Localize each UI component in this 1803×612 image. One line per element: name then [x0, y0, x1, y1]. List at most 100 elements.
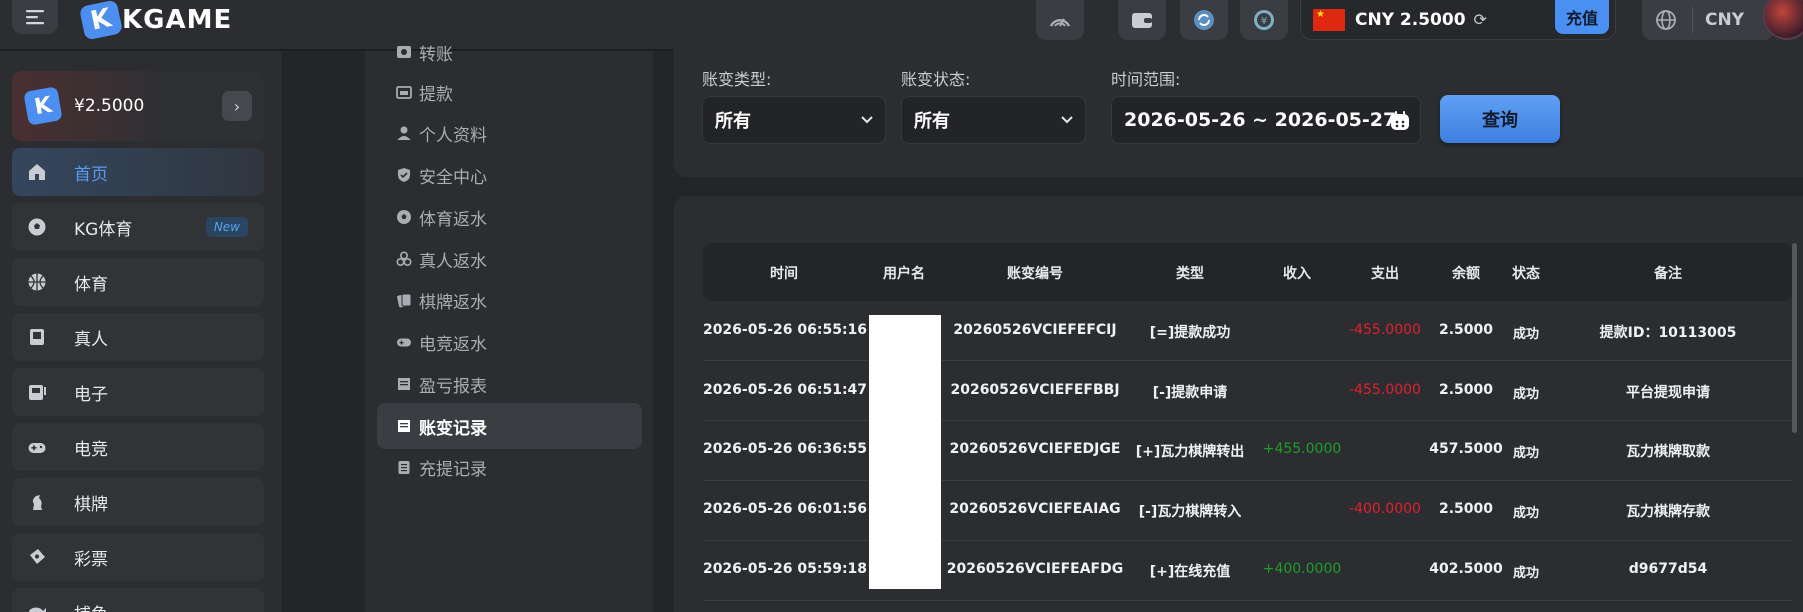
- wallet-icon: [1132, 13, 1152, 28]
- submenu-item-deposit-withdraw-records[interactable]: 充提记录: [377, 444, 642, 490]
- sidebar-item-label: 体育: [74, 274, 108, 295]
- china-flag-icon: [1313, 8, 1345, 31]
- sidebar-item-lottery[interactable]: 彩票: [12, 533, 264, 581]
- submenu-item-withdraw[interactable]: 提款: [377, 69, 642, 115]
- menu-toggle-button[interactable]: [12, 0, 58, 34]
- sidebar-item-home[interactable]: 首页: [12, 148, 264, 196]
- query-button[interactable]: 查询: [1440, 95, 1560, 143]
- submenu-item-label: 个人资料: [419, 125, 487, 146]
- sidebar-item-slots[interactable]: 电子: [12, 368, 264, 416]
- logo[interactable]: K KGAME: [78, 0, 232, 41]
- cell-time: 2026-05-26 05:59:18: [702, 561, 868, 577]
- submenu-item-label: 体育返水: [419, 209, 487, 230]
- sidebar-item-kg-sports[interactable]: KG体育 New: [12, 203, 264, 251]
- cell-time: 2026-05-26 06:36:55: [702, 441, 868, 457]
- cell-type: [+]在线充值: [1149, 564, 1231, 580]
- submenu-item-esports-rebate[interactable]: 电竞返水: [377, 319, 642, 365]
- cell-status: 成功: [1512, 327, 1539, 342]
- submenu-item-chess-rebate[interactable]: 棋牌返水: [377, 277, 642, 323]
- speedometer-icon: [1049, 18, 1071, 27]
- sidebar-item-sports[interactable]: 体育: [12, 258, 264, 306]
- cell-note: 瓦力棋牌存款: [1626, 504, 1710, 520]
- new-badge: New: [205, 217, 248, 237]
- sidebar-item-esports[interactable]: 电竞: [12, 423, 264, 471]
- submenu-item-label: 盈亏报表: [419, 376, 487, 397]
- sidebar-item-label: KG体育: [74, 219, 133, 240]
- cell-note: 提款ID：10113005: [1599, 325, 1737, 341]
- deposit-button[interactable]: 充值: [1555, 0, 1609, 34]
- hamburger-icon: [26, 10, 44, 25]
- transfer-icon: [395, 43, 413, 61]
- cell-txn-id: 20260526VCIEFEDJGE: [949, 441, 1121, 457]
- column-header-username: 用户名: [883, 266, 925, 282]
- submenu-item-transactions[interactable]: 账变记录: [377, 403, 642, 449]
- type-filter-value: 所有: [715, 111, 751, 132]
- withdraw-icon: [395, 83, 413, 101]
- basketball-icon: [26, 271, 48, 293]
- transfer-button[interactable]: [1180, 0, 1228, 40]
- currency-label: CNY: [1705, 10, 1745, 30]
- cell-balance: 402.5000: [1429, 561, 1503, 577]
- kgame-logo-icon: K: [23, 86, 63, 126]
- type-filter-label: 账变类型:: [702, 70, 772, 89]
- cell-expense: -455.0000: [1349, 322, 1421, 338]
- user-icon: [395, 124, 413, 142]
- table-scrollbar[interactable]: [1792, 243, 1797, 433]
- submenu-item-profit-report[interactable]: 盈亏报表: [377, 361, 642, 407]
- wallet-button[interactable]: [1118, 0, 1166, 40]
- sidebar-gutter: [282, 51, 365, 612]
- submenu-item-label: 电竞返水: [419, 334, 487, 355]
- row-divider: [703, 360, 1793, 361]
- submenu-item-live-rebate[interactable]: 真人返水: [377, 236, 642, 282]
- ledger-icon: [395, 417, 413, 435]
- status-filter-value: 所有: [914, 111, 950, 132]
- globe-icon: [1656, 10, 1676, 30]
- column-header-status: 状态: [1512, 266, 1540, 282]
- soccer-ball-icon: [395, 208, 413, 226]
- refresh-circle-icon: [1194, 10, 1214, 30]
- cell-note: 平台提现申请: [1626, 385, 1710, 401]
- column-header-note: 备注: [1654, 266, 1682, 282]
- sidebar-item-chess[interactable]: 棋牌: [12, 478, 264, 526]
- cell-time: 2026-05-26 06:51:47: [702, 382, 868, 398]
- sidebar-item-label: 电子: [74, 384, 108, 405]
- cell-expense: -400.0000: [1349, 501, 1421, 517]
- speed-test-button[interactable]: [1036, 0, 1084, 40]
- column-header-time: 时间: [770, 266, 798, 282]
- cell-status: 成功: [1512, 446, 1539, 461]
- date-range-label: 时间范围:: [1111, 70, 1181, 89]
- language-currency-selector[interactable]: CNY: [1642, 0, 1774, 40]
- column-header-type: 类型: [1176, 266, 1204, 282]
- balance-card[interactable]: K ¥2.5000 ›: [12, 71, 264, 141]
- sidebar-item-fishing[interactable]: 捕鱼: [12, 588, 264, 612]
- balance-amount: ¥2.5000: [74, 96, 145, 116]
- refresh-icon[interactable]: ⟳: [1474, 10, 1487, 29]
- sidebar-item-live[interactable]: 真人: [12, 313, 264, 361]
- wallet-amount: CNY 2.5000: [1355, 9, 1466, 30]
- cell-type: [=]提款成功: [1149, 325, 1231, 341]
- chevron-right-icon[interactable]: ›: [222, 91, 252, 121]
- column-header-income: 收入: [1283, 266, 1311, 282]
- submenu-item-label: 转账: [419, 44, 453, 65]
- cell-income: +455.0000: [1262, 441, 1342, 457]
- status-filter-select[interactable]: 所有: [901, 96, 1086, 144]
- type-filter-select[interactable]: 所有: [702, 96, 886, 144]
- report-icon: [395, 375, 413, 393]
- cell-type: [+]瓦力棋牌转出: [1135, 444, 1245, 460]
- cell-txn-id: 20260526VCIEFEAFDG: [946, 561, 1124, 577]
- submenu-item-sports-rebate[interactable]: 体育返水: [377, 194, 642, 240]
- submenu-item-label: 提款: [419, 84, 453, 105]
- ticket-icon: [26, 546, 48, 568]
- cell-type: [-]瓦力棋牌转入: [1138, 504, 1242, 520]
- cell-income: +400.0000: [1262, 561, 1342, 577]
- submenu-item-security[interactable]: 安全中心: [377, 152, 642, 198]
- wallet-balance-box: CNY 2.5000 ⟳ 充值: [1300, 0, 1616, 40]
- column-header-expense: 支出: [1371, 266, 1399, 282]
- sidebar-item-label: 棋牌: [74, 494, 108, 515]
- submenu-item-label: 充提记录: [419, 459, 487, 480]
- row-divider: [703, 540, 1793, 541]
- logo-mark: K: [78, 0, 124, 41]
- date-range-picker[interactable]: 2026-05-26 ~ 2026-05-27: [1111, 96, 1421, 144]
- submenu-item-profile[interactable]: 个人资料: [377, 110, 642, 156]
- rebate-button[interactable]: ¥: [1240, 0, 1288, 40]
